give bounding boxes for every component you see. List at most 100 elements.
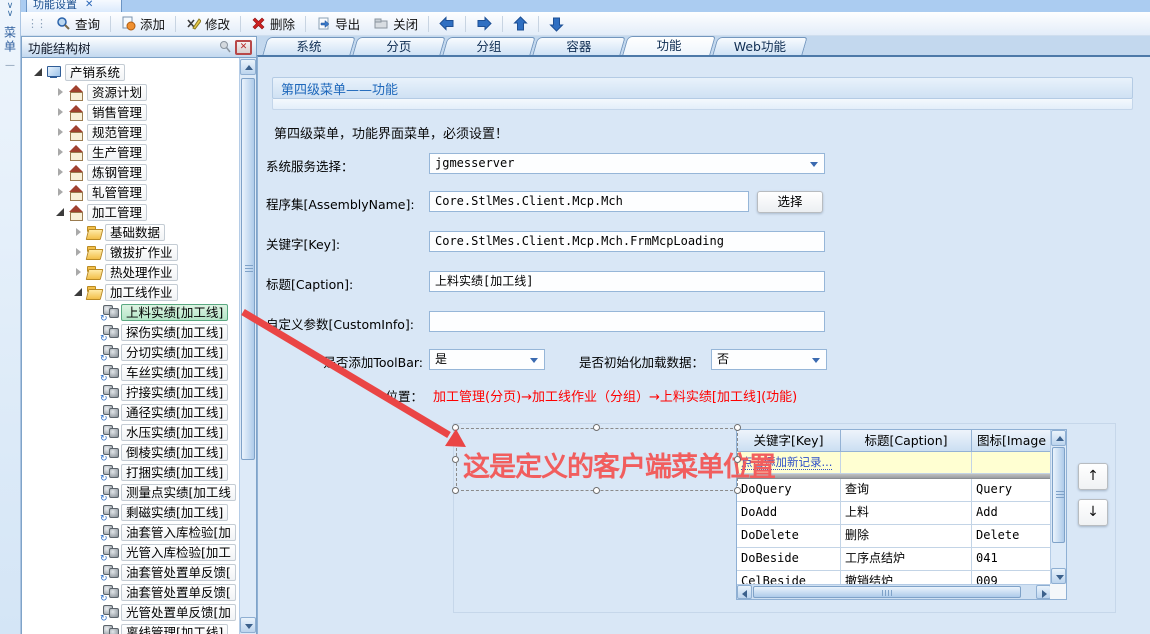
tree-node[interactable]: ↻打捆实绩[加工线] xyxy=(22,462,238,482)
tree-node[interactable]: ↻测量点实绩[加工线 xyxy=(22,482,238,502)
tree-node-selected[interactable]: ↻上料实绩[加工线] xyxy=(22,302,238,322)
service-select[interactable]: jgmesserver xyxy=(429,153,825,174)
tree-node[interactable]: 炼钢管理 xyxy=(22,162,238,182)
doc-tab-function-setting[interactable]: 功能设置 ✕ xyxy=(26,0,122,12)
selection-handle[interactable] xyxy=(734,424,741,431)
tree-node[interactable]: ↻车丝实绩[加工线] xyxy=(22,362,238,382)
export-button[interactable]: 导出 xyxy=(309,12,367,35)
tree-node[interactable]: ↻剩磁实绩[加工线] xyxy=(22,502,238,522)
selection-handle[interactable] xyxy=(734,456,741,463)
expand-closed-icon[interactable] xyxy=(54,106,67,119)
expand-closed-icon[interactable] xyxy=(54,86,67,99)
scroll-down-icon[interactable] xyxy=(1051,568,1066,584)
tree-node[interactable]: ↻离线管理[加工线] xyxy=(22,622,238,634)
grid-vertical-scrollbar[interactable] xyxy=(1050,430,1066,584)
expand-closed-icon[interactable] xyxy=(54,126,67,139)
selection-handle[interactable] xyxy=(452,424,459,431)
tree-node[interactable]: 资源计划 xyxy=(22,82,238,102)
tree-node[interactable]: ↻光管入库检验[加工 xyxy=(22,542,238,562)
tree-node[interactable]: 轧管管理 xyxy=(22,182,238,202)
expand-closed-icon[interactable] xyxy=(54,146,67,159)
custom-info-input[interactable] xyxy=(429,311,825,332)
tree-node[interactable]: 热处理作业 xyxy=(22,262,238,282)
tab-page[interactable]: 分页 xyxy=(352,37,445,55)
expand-open-icon[interactable] xyxy=(54,206,67,219)
expand-closed-icon[interactable] xyxy=(72,226,85,239)
collapsed-menu-strip[interactable]: ∨∨ 菜单 — xyxy=(0,0,21,634)
expand-open-icon[interactable] xyxy=(32,66,45,79)
tab-function[interactable]: 功能 xyxy=(622,36,715,55)
tree-node[interactable]: ↻通径实绩[加工线] xyxy=(22,402,238,422)
pin-icon[interactable] xyxy=(218,40,232,54)
grid-row[interactable]: DoDelete 删除 Delete xyxy=(737,525,1066,548)
tree-node[interactable]: 基础数据 xyxy=(22,222,238,242)
caption-input[interactable]: 上料实绩[加工线] xyxy=(429,271,825,292)
tree-node[interactable]: 生产管理 xyxy=(22,142,238,162)
selection-handle[interactable] xyxy=(734,487,741,494)
expand-open-icon[interactable] xyxy=(72,286,85,299)
expand-closed-icon[interactable] xyxy=(72,266,85,279)
tree-node[interactable]: ↻倒棱实绩[加工线] xyxy=(22,442,238,462)
scroll-left-icon[interactable] xyxy=(737,585,752,599)
move-down-button[interactable]: ↓ xyxy=(1078,499,1108,526)
tree-vertical-scrollbar[interactable] xyxy=(239,58,256,634)
tree-node[interactable]: ↻油套管处置单反馈[ xyxy=(22,562,238,582)
nav-down-button[interactable] xyxy=(542,14,571,34)
tree-panel-close-icon[interactable]: ✕ xyxy=(235,40,252,55)
scroll-right-icon[interactable] xyxy=(1036,585,1051,599)
grid-header-image[interactable]: 图标[Image xyxy=(972,430,1052,452)
tree-node[interactable]: 产销系统 xyxy=(22,62,238,82)
query-button[interactable]: 查询 xyxy=(49,12,107,35)
expand-closed-icon[interactable] xyxy=(54,166,67,179)
grid-scrollbar-thumb[interactable] xyxy=(1052,447,1065,543)
scroll-down-icon[interactable] xyxy=(240,617,256,633)
tree-node[interactable]: 加工线作业 xyxy=(22,282,238,302)
close-button[interactable]: 关闭 xyxy=(367,12,425,35)
selection-handle[interactable] xyxy=(452,456,459,463)
grid-hscrollbar-thumb[interactable] xyxy=(753,586,1021,598)
key-input[interactable]: Core.StlMes.Client.Mcp.Mch.FrmMcpLoading xyxy=(429,231,825,252)
tree-node[interactable]: 加工管理 xyxy=(22,202,238,222)
init-load-select[interactable]: 否 xyxy=(711,349,827,370)
tab-group[interactable]: 分组 xyxy=(442,37,535,55)
grid-row[interactable]: DoAdd 上料 Add xyxy=(737,502,1066,525)
expand-closed-icon[interactable] xyxy=(54,186,67,199)
tree-node[interactable]: ↻油套管入库检验[加 xyxy=(22,522,238,542)
scroll-up-icon[interactable] xyxy=(1051,430,1066,446)
assembly-input[interactable]: Core.StlMes.Client.Mcp.Mch xyxy=(429,191,749,212)
grid-horizontal-scrollbar[interactable] xyxy=(737,584,1051,599)
tree-scrollbar-thumb[interactable] xyxy=(241,78,255,460)
grid-row[interactable]: DoBeside 工序点结炉 041 xyxy=(737,548,1066,571)
tree-node[interactable]: 销售管理 xyxy=(22,102,238,122)
tree-node[interactable]: ↻探伤实绩[加工线] xyxy=(22,322,238,342)
edit-button[interactable]: 修改 xyxy=(179,12,237,35)
grid-row[interactable]: DoQuery 查询 Query xyxy=(737,479,1066,502)
add-button[interactable]: 添加 xyxy=(114,12,172,35)
grid-header-caption[interactable]: 标题[Caption] xyxy=(841,430,972,452)
tree-node[interactable]: ↻拧接实绩[加工线] xyxy=(22,382,238,402)
tab-web-function[interactable]: Web功能 xyxy=(712,37,807,55)
detail-panel: 系统 分页 分组 容器 功能 Web功能 第四级菜单——功能 第四级菜单，功能界… xyxy=(257,36,1150,634)
tree-node[interactable]: ↻分切实绩[加工线] xyxy=(22,342,238,362)
move-up-button[interactable]: ↑ xyxy=(1078,463,1108,490)
selection-handle[interactable] xyxy=(593,424,600,431)
selection-handle[interactable] xyxy=(452,487,459,494)
tree-node[interactable]: 镦拔扩作业 xyxy=(22,242,238,262)
nav-up-button[interactable] xyxy=(506,14,535,34)
tab-system[interactable]: 系统 xyxy=(262,37,355,55)
nav-forward-button[interactable] xyxy=(469,14,499,33)
tree-node[interactable]: ↻油套管处置单反馈[ xyxy=(22,582,238,602)
assembly-select-button[interactable]: 选择 xyxy=(757,191,823,213)
expand-closed-icon[interactable] xyxy=(72,246,85,259)
nav-back-button[interactable] xyxy=(432,14,462,33)
tree-node[interactable]: ↻水压实绩[加工线] xyxy=(22,422,238,442)
doc-tab-close-icon[interactable]: ✕ xyxy=(85,0,93,12)
tree-node[interactable]: 规范管理 xyxy=(22,122,238,142)
toolbar-flag-select[interactable]: 是 xyxy=(429,349,545,370)
tab-container[interactable]: 容器 xyxy=(532,37,625,55)
scroll-up-icon[interactable] xyxy=(240,59,256,75)
grid-new-row[interactable]: 点击添加新记录... xyxy=(737,452,1066,474)
delete-button[interactable]: 删除 xyxy=(244,12,302,35)
selection-handle[interactable] xyxy=(593,487,600,494)
tree-node[interactable]: ↻光管处置单反馈[加 xyxy=(22,602,238,622)
